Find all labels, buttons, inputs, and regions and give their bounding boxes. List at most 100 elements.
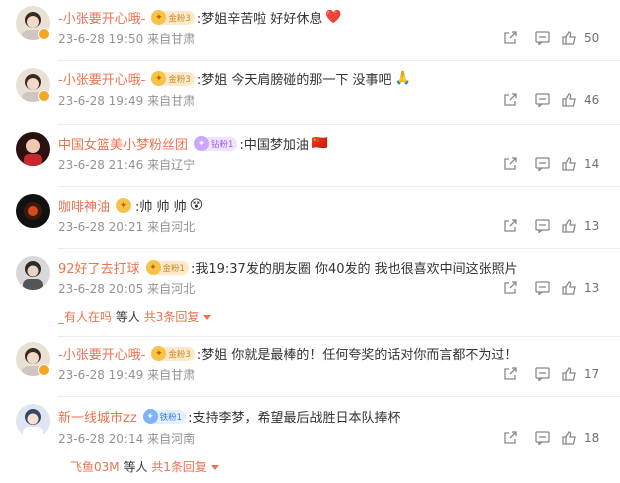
reply-others: 等人 [115,310,140,324]
comment-line: -小张要开心哦- ✦ 金粉3 :梦姐辛苦啦 好好休息 ❤️ [58,8,342,27]
comment-line: 新一线城市zz ✦ 铁粉1 :支持李梦，希望最后战胜日本队捧杯 [58,407,400,426]
chevron-down-icon [203,315,212,320]
fan-badge: ✦ 铁粉1 [142,409,187,424]
comment-icon[interactable] [526,216,558,236]
location: 来自河南 [147,432,196,446]
comment-text: :梦姐 今天肩膀碰的那一下 没事吧 [196,73,392,88]
comment-line: 咖啡神油 ✦ :帅 帅 帅 😵 [58,196,203,215]
reply-summary[interactable]: _有人在吗 等人 共3条回复 [58,308,212,325]
divider [58,186,620,187]
like-button[interactable]: 13 [558,281,620,295]
comment-meta: 23-6-28 19:49 来自甘肃 [58,366,195,383]
timestamp: 23-6-28 20:14 [58,432,144,446]
share-icon[interactable] [494,278,526,298]
comment-meta: 23-6-28 20:14 来自河南 [58,430,195,447]
username[interactable]: -小张要开心哦- [58,8,145,27]
share-icon[interactable] [494,154,526,174]
reply-count[interactable]: 共3条回复 [144,310,200,324]
avatar[interactable] [16,132,50,166]
location: 来自河北 [147,282,196,296]
username[interactable]: 新一线城市zz [58,407,137,426]
comment-actions: 14 [494,154,620,174]
reply-others: 等人 [123,460,148,474]
location: 来自甘肃 [147,368,196,382]
verified-icon [38,28,50,40]
like-count: 18 [584,431,600,445]
fan-badge-icon: ✦ [151,71,167,86]
username[interactable]: -小张要开心哦- [58,69,145,88]
comment-meta: 23-6-28 21:46 来自辽宁 [58,156,195,173]
timestamp: 23-6-28 20:05 [58,282,144,296]
comment-meta: 23-6-28 19:49 来自甘肃 [58,92,195,109]
fan-badge-icon: ✦ [151,346,167,361]
comment-icon[interactable] [526,154,558,174]
fan-badge-icon: ✦ [116,198,132,213]
comment-text: :中国梦加油 [239,138,309,153]
share-icon[interactable] [494,364,526,384]
share-icon[interactable] [494,216,526,236]
reply-user[interactable]: 飞鱼03M [70,460,120,474]
comment-icon[interactable] [526,278,558,298]
like-count: 14 [584,157,600,171]
thumbs-up-icon [562,31,576,45]
comment-actions: 13 [494,278,620,298]
divider [58,248,620,249]
like-count: 17 [584,367,600,381]
fan-badge-icon: ✦ [142,409,158,424]
comment-line: 中国女篮美小梦粉丝团 ✦ 钻粉1 :中国梦加油 🇨🇳 [58,134,328,153]
username[interactable]: 92好了去打球 [58,258,140,277]
like-button[interactable]: 13 [558,219,620,233]
fan-badge: ✦ 金粉3 [151,71,195,86]
reply-user[interactable]: _有人在吗 [58,310,112,324]
pray-emoji-icon: 🙏 [394,71,411,86]
comment-meta: 23-6-28 20:21 来自河北 [58,218,195,235]
username[interactable]: 中国女篮美小梦粉丝团 [58,134,188,153]
comment-actions: 13 [494,216,620,236]
timestamp: 23-6-28 19:49 [58,94,144,108]
divider [58,60,620,61]
share-icon[interactable] [494,428,526,448]
comment-text: :我19:37发的朋友圈 你40发的 我也很喜欢中间这张照片 [190,262,518,277]
comment-icon[interactable] [526,28,558,48]
comment-icon[interactable] [526,90,558,110]
comment-text: :支持李梦，希望最后战胜日本队捧杯 [188,411,401,426]
like-button[interactable]: 46 [558,93,620,107]
chevron-down-icon [210,465,219,470]
location: 来自甘肃 [147,94,196,108]
comment-actions: 50 [494,28,620,48]
fan-badge-icon: ✦ [194,136,210,151]
username[interactable]: -小张要开心哦- [58,344,145,363]
like-button[interactable]: 50 [558,31,620,45]
fan-badge-icon: ✦ [145,260,161,275]
timestamp: 23-6-28 19:49 [58,368,144,382]
like-count: 46 [584,93,600,107]
like-count: 13 [584,281,600,295]
like-button[interactable]: 17 [558,367,620,381]
comment-icon[interactable] [526,364,558,384]
verified-icon [38,90,50,102]
reply-count[interactable]: 共1条回复 [151,460,207,474]
share-icon[interactable] [494,28,526,48]
fan-badge: ✦ 金粉1 [145,260,189,275]
comment-icon[interactable] [526,428,558,448]
avatar[interactable] [16,256,50,290]
avatar[interactable] [16,194,50,228]
fan-badge: ✦ [116,198,133,213]
thumbs-up-icon [562,219,576,233]
divider [58,396,620,397]
like-button[interactable]: 14 [558,157,620,171]
comment-line: -小张要开心哦- ✦ 金粉3 :梦姐 今天肩膀碰的那一下 没事吧 🙏 [58,69,411,88]
like-count: 13 [584,219,600,233]
avatar[interactable] [16,404,50,438]
thumbs-up-icon [562,157,576,171]
reply-summary[interactable]: 飞鱼03M 等人 共1条回复 [70,458,219,475]
timestamp: 23-6-28 19:50 [58,32,144,46]
fan-badge: ✦ 金粉3 [151,10,195,25]
username[interactable]: 咖啡神油 [58,196,110,215]
like-button[interactable]: 18 [558,431,620,445]
fan-badge-icon: ✦ [151,10,167,25]
share-icon[interactable] [494,90,526,110]
comment-meta: 23-6-28 19:50 来自甘肃 [58,30,195,47]
comment-text: :帅 帅 帅 [135,200,187,215]
comment-line: -小张要开心哦- ✦ 金粉3 :梦姐 你就是最棒的！任何夸奖的话对你而言都不为过！ [58,344,517,363]
